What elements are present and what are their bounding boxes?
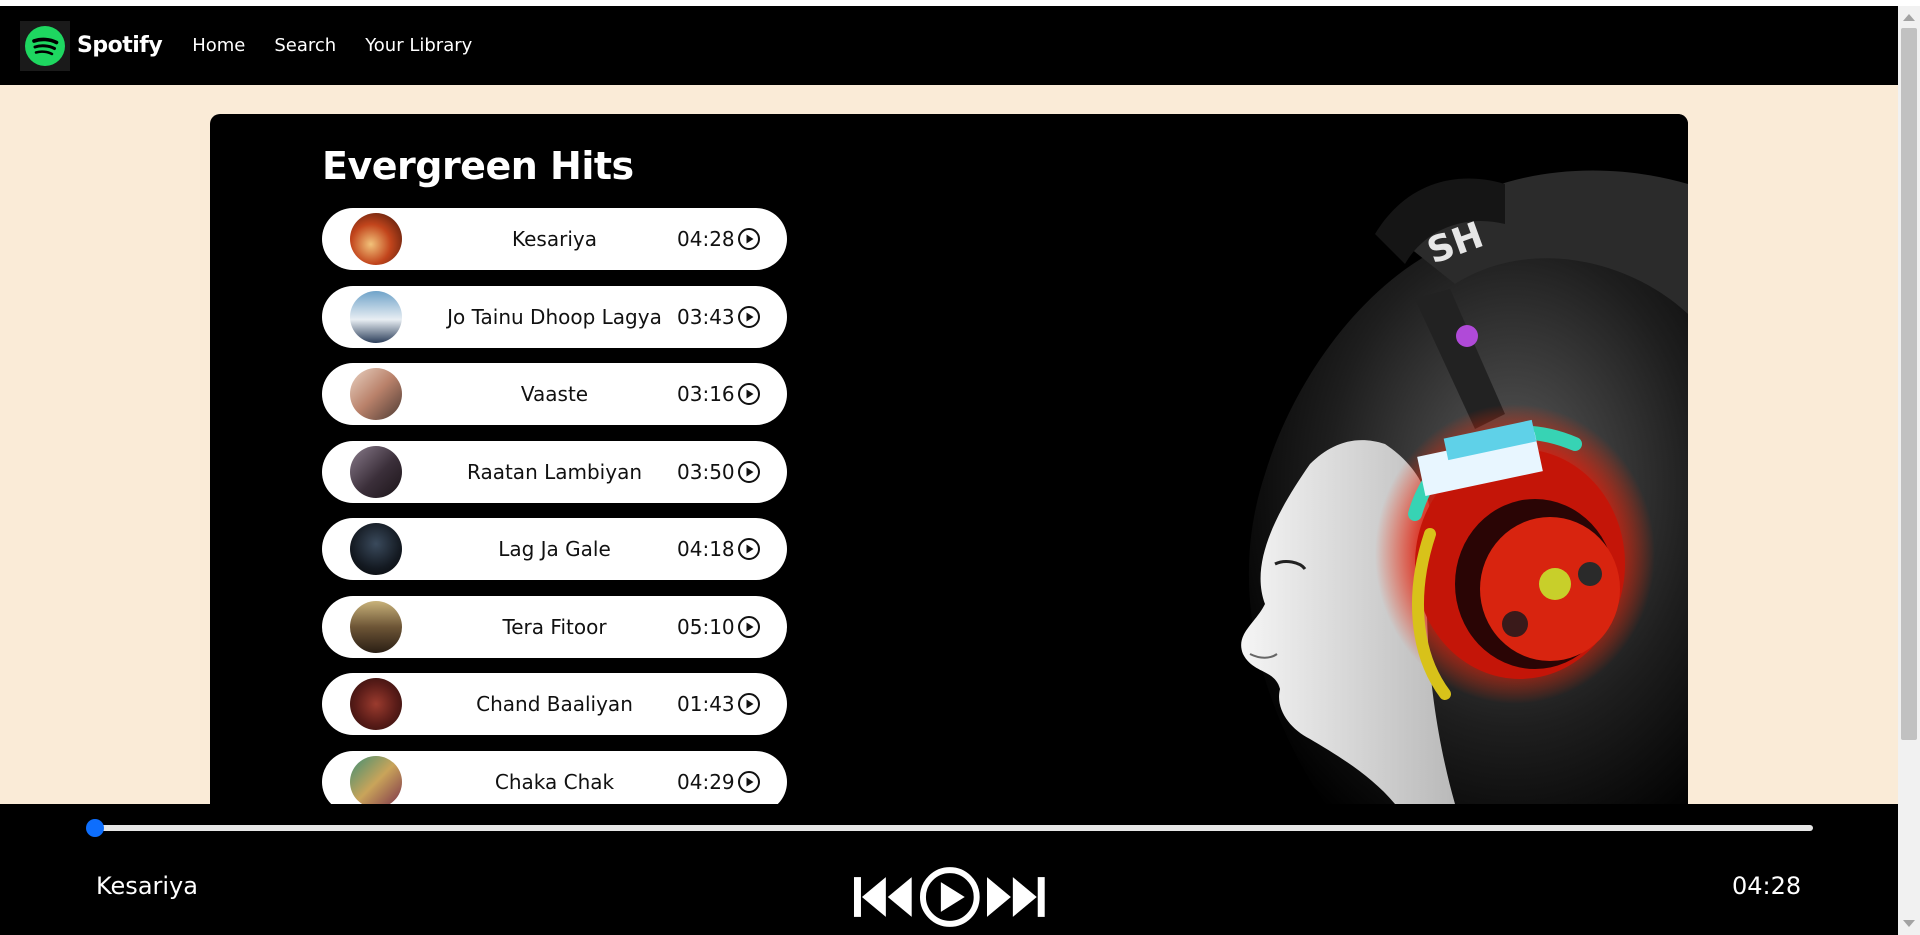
song-item[interactable]: Jo Tainu Dhoop Lagya 03:43 [322, 285, 787, 348]
song-name: Kesariya [512, 227, 597, 251]
nav-home[interactable]: Home [192, 35, 245, 56]
play-circle-icon[interactable] [737, 537, 761, 561]
play-circle-icon[interactable] [737, 615, 761, 639]
song-duration: 05:10 [677, 614, 735, 639]
headphones-artwork: SH [1205, 114, 1688, 804]
song-cover [350, 445, 402, 498]
song-item[interactable]: Raatan Lambiyan 03:50 [322, 440, 787, 503]
song-name: Chaka Chak [494, 769, 615, 794]
scrollbar-thumb[interactable] [1901, 28, 1917, 740]
song-name: Jo Tainu Dhoop Lagya [447, 304, 662, 329]
song-cover [350, 368, 402, 420]
song-duration: 03:16 [677, 382, 735, 406]
song-cover [350, 600, 402, 653]
playlist-title: Evergreen Hits [322, 144, 634, 188]
spotify-logo-icon[interactable] [20, 20, 70, 71]
song-item[interactable]: Chaka Chak 04:29 [322, 750, 787, 804]
navbar: Spotify Home Search Your Library [0, 6, 1898, 85]
song-name: Raatan Lambiyan [467, 459, 642, 484]
song-name: Chand Baaliyan [476, 692, 633, 716]
song-name: Vaaste [520, 382, 589, 406]
song-duration: 01:43 [677, 692, 735, 716]
player-controls [852, 866, 1047, 928]
page-scrollbar[interactable] [1898, 6, 1920, 935]
song-name: Tera Fitoor [502, 614, 607, 639]
song-cover [350, 290, 402, 343]
play-circle-icon[interactable] [737, 227, 761, 251]
skip-back-icon[interactable] [852, 872, 914, 922]
song-duration: 04:18 [677, 537, 735, 561]
brand-name[interactable]: Spotify [77, 33, 163, 58]
song-duration: 04:29 [677, 769, 735, 794]
playlist-panel: Evergreen Hits Kesariya 04:28 Jo Tainu D… [210, 114, 1688, 804]
song-item[interactable]: Lag Ja Gale 04:18 [322, 518, 787, 580]
song-item[interactable]: Tera Fitoor 05:10 [322, 595, 787, 658]
play-circle-icon[interactable] [737, 305, 761, 329]
player-bar: Kesariya 04:28 [0, 804, 1898, 935]
song-item[interactable]: Chand Baaliyan 01:43 [322, 673, 787, 735]
song-item[interactable]: Kesariya 04:28 [322, 208, 787, 270]
play-circle-icon[interactable] [737, 460, 761, 484]
progress-handle[interactable] [86, 819, 104, 837]
song-name: Lag Ja Gale [498, 537, 611, 561]
song-cover [350, 678, 402, 730]
song-cover [350, 213, 402, 265]
skip-forward-icon[interactable] [985, 872, 1047, 922]
song-list: Kesariya 04:28 Jo Tainu Dhoop Lagya 03:4… [322, 208, 787, 804]
play-circle-icon[interactable] [915, 866, 985, 928]
scroll-down-arrow-icon[interactable] [1903, 920, 1915, 927]
song-duration: 03:43 [677, 304, 735, 329]
song-duration: 04:28 [677, 227, 735, 251]
song-cover [350, 755, 402, 804]
now-playing-title: Kesariya [96, 872, 198, 900]
play-circle-icon[interactable] [737, 382, 761, 406]
song-duration: 03:50 [677, 459, 735, 484]
play-circle-icon[interactable] [737, 770, 761, 794]
play-circle-icon[interactable] [737, 692, 761, 716]
nav-your-library[interactable]: Your Library [365, 35, 472, 56]
scroll-up-arrow-icon[interactable] [1903, 14, 1915, 21]
song-item[interactable]: Vaaste 03:16 [322, 363, 787, 425]
song-cover [350, 523, 402, 575]
progress-track[interactable] [95, 825, 1813, 831]
nav-search[interactable]: Search [274, 35, 336, 56]
track-duration: 04:28 [1732, 872, 1802, 900]
